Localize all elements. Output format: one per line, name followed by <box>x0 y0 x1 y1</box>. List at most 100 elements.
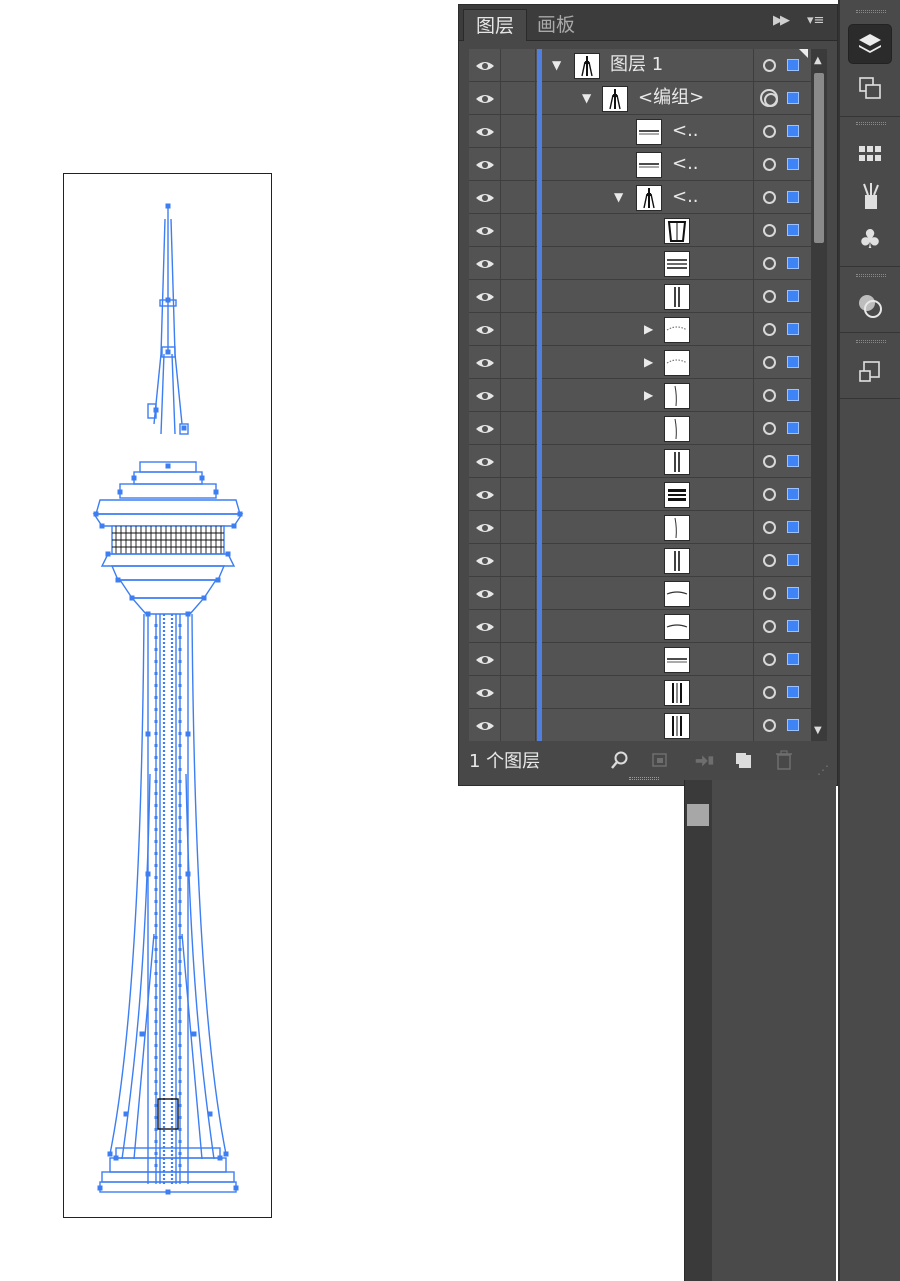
layer-name[interactable]: 图层 1 <box>610 53 663 77</box>
layer-name-area[interactable] <box>544 676 752 709</box>
layer-row[interactable]: ▼ <编组> <box>469 82 819 115</box>
target-circle-icon[interactable] <box>763 620 776 633</box>
layer-row[interactable]: ▶ <box>469 313 819 346</box>
layer-row[interactable] <box>469 544 819 577</box>
panel-resize-corner-icon[interactable]: ⋰ <box>817 763 829 777</box>
layer-row[interactable] <box>469 676 819 709</box>
layer-name-area[interactable] <box>544 247 752 280</box>
layer-name-area[interactable]: ▼ <.. <box>544 181 752 214</box>
layer-row[interactable] <box>469 214 819 247</box>
panel-resize-grip[interactable] <box>629 777 659 780</box>
visibility-eye-icon[interactable] <box>469 379 501 412</box>
layer-name[interactable]: <.. <box>672 152 699 176</box>
target-circle-icon[interactable] <box>763 488 776 501</box>
selection-indicator[interactable] <box>787 92 799 104</box>
layer-name-area[interactable]: ▶ <box>544 313 752 346</box>
tab-artboards[interactable]: 画板 <box>525 9 587 41</box>
tower-artwork[interactable] <box>64 174 273 1219</box>
visibility-eye-icon[interactable] <box>469 247 501 280</box>
expanded-triangle-icon[interactable]: ▼ <box>552 59 564 71</box>
visibility-eye-icon[interactable] <box>469 181 501 214</box>
lock-toggle[interactable] <box>502 379 536 412</box>
target-circle-icon[interactable] <box>763 686 776 699</box>
selection-indicator[interactable] <box>787 158 799 170</box>
selection-indicator[interactable] <box>787 521 799 533</box>
layer-row[interactable]: ▶ <box>469 346 819 379</box>
layer-row[interactable] <box>469 247 819 280</box>
target-circle-icon[interactable] <box>763 125 776 138</box>
selection-indicator[interactable] <box>787 455 799 467</box>
dock-grip[interactable] <box>856 274 886 277</box>
target-circle-icon[interactable] <box>763 653 776 666</box>
target-circle-icon[interactable] <box>763 554 776 567</box>
visibility-eye-icon[interactable] <box>469 544 501 577</box>
expanded-triangle-icon[interactable]: ▼ <box>582 92 594 104</box>
collapse-panel-icon[interactable]: ▶▶ <box>773 13 790 28</box>
lock-toggle[interactable] <box>502 313 536 346</box>
target-circle-icon[interactable] <box>763 290 776 303</box>
visibility-eye-icon[interactable] <box>469 115 501 148</box>
symbols-icon[interactable]: ♣ <box>848 220 892 260</box>
lock-toggle[interactable] <box>502 544 536 577</box>
lock-toggle[interactable] <box>502 148 536 181</box>
layer-row[interactable] <box>469 511 819 544</box>
lock-toggle[interactable] <box>502 610 536 643</box>
lock-toggle[interactable] <box>502 478 536 511</box>
target-circle-icon[interactable] <box>763 224 776 237</box>
lock-toggle[interactable] <box>502 412 536 445</box>
selection-indicator[interactable] <box>787 422 799 434</box>
layer-name-area[interactable] <box>544 577 752 610</box>
selection-indicator[interactable] <box>787 59 799 71</box>
collapsed-triangle-icon[interactable]: ▶ <box>644 323 656 335</box>
selection-indicator[interactable] <box>787 554 799 566</box>
target-circle-icon[interactable] <box>763 158 776 171</box>
document-scrollbar-thumb[interactable] <box>687 804 709 826</box>
target-circle-icon[interactable] <box>763 719 776 732</box>
layer-row[interactable] <box>469 478 819 511</box>
layer-row[interactable] <box>469 709 819 741</box>
selection-indicator[interactable] <box>787 323 799 335</box>
selection-indicator[interactable] <box>787 719 799 731</box>
layer-name-area[interactable] <box>544 709 752 741</box>
visibility-eye-icon[interactable] <box>469 280 501 313</box>
layer-row[interactable] <box>469 445 819 478</box>
selection-indicator[interactable] <box>787 686 799 698</box>
dock-grip[interactable] <box>856 122 886 125</box>
appearance-icon[interactable] <box>848 286 892 326</box>
lock-toggle[interactable] <box>502 181 536 214</box>
lock-toggle[interactable] <box>502 280 536 313</box>
transform-icon[interactable] <box>848 352 892 392</box>
selection-indicator[interactable] <box>787 290 799 302</box>
dock-grip[interactable] <box>856 10 886 13</box>
delete-icon[interactable] <box>773 749 795 771</box>
search-icon[interactable] <box>609 749 631 771</box>
layer-name[interactable]: <编组> <box>638 86 704 110</box>
lock-toggle[interactable] <box>502 82 536 115</box>
target-circle-icon[interactable] <box>763 455 776 468</box>
layer-row[interactable]: ▼ <.. <box>469 181 819 214</box>
selection-indicator[interactable] <box>787 653 799 665</box>
lock-toggle[interactable] <box>502 115 536 148</box>
layer-name-area[interactable] <box>544 412 752 445</box>
new-layer-icon[interactable] <box>733 749 755 771</box>
lock-toggle[interactable] <box>502 346 536 379</box>
selection-indicator[interactable] <box>787 191 799 203</box>
layers-scrollbar[interactable]: ▲ ▼ <box>811 49 827 741</box>
scroll-up-icon[interactable]: ▲ <box>814 55 822 66</box>
lock-toggle[interactable] <box>502 214 536 247</box>
visibility-eye-icon[interactable] <box>469 709 501 741</box>
lock-toggle[interactable] <box>502 709 536 741</box>
lock-toggle[interactable] <box>502 511 536 544</box>
lock-toggle[interactable] <box>502 445 536 478</box>
layer-name-area[interactable] <box>544 445 752 478</box>
target-circle-icon[interactable] <box>760 89 778 107</box>
visibility-eye-icon[interactable] <box>469 478 501 511</box>
visibility-eye-icon[interactable] <box>469 511 501 544</box>
layer-name-area[interactable] <box>544 214 752 247</box>
collapsed-triangle-icon[interactable]: ▶ <box>644 356 656 368</box>
layer-row[interactable]: ▼ 图层 1 <box>469 49 819 82</box>
move-to-layer-icon[interactable] <box>693 749 715 771</box>
selection-indicator[interactable] <box>787 587 799 599</box>
layer-name-area[interactable]: ▼ 图层 1 <box>544 49 752 82</box>
tab-layers[interactable]: 图层 <box>463 9 528 41</box>
